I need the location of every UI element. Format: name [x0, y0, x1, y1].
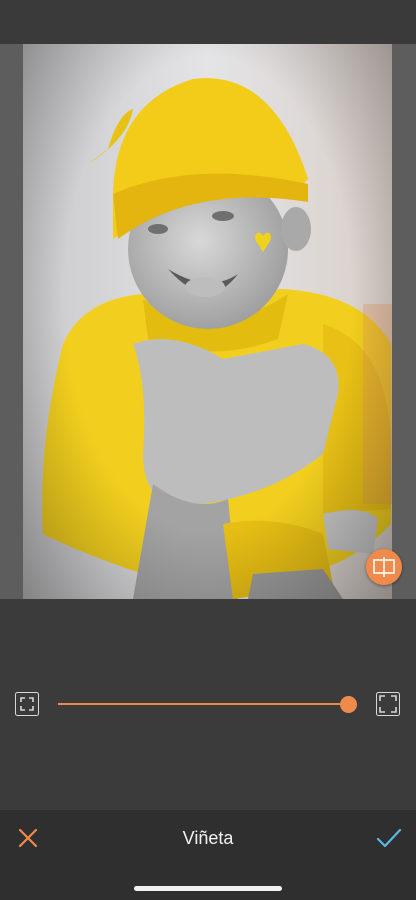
bottom-toolbar: Viñeta: [0, 810, 416, 900]
adjustment-controls: [0, 599, 416, 810]
top-bar: [0, 0, 416, 44]
canvas-area: [0, 44, 416, 599]
checkmark-icon[interactable]: [376, 827, 402, 849]
frame-corners-large-icon[interactable]: [376, 692, 400, 716]
compare-button[interactable]: [366, 549, 402, 585]
frame-corners-small-icon[interactable]: [15, 692, 39, 716]
tool-title: Viñeta: [182, 828, 234, 848]
edited-photo: [23, 44, 392, 599]
split-compare-icon: [373, 557, 395, 577]
home-indicator: [134, 886, 282, 891]
vignette-slider-track[interactable]: [58, 703, 340, 705]
vignette-slider-thumb[interactable]: [340, 696, 357, 713]
